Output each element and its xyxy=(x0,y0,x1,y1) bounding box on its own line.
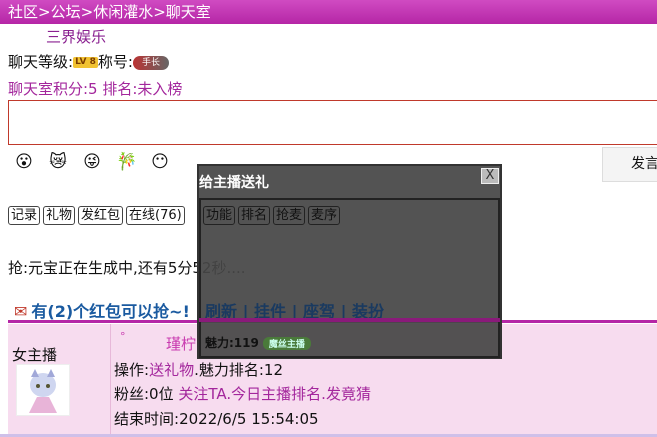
breadcrumb-sep: > xyxy=(153,3,166,21)
today-rank-link[interactable]: 今日主播排名 xyxy=(231,385,321,403)
red-packet-text[interactable]: 有(2)个红包可以抢~! xyxy=(31,302,189,321)
anchor-name[interactable]: 瑾柠 xyxy=(166,333,196,354)
red-packet-line: ✉ 有(2)个红包可以抢~! xyxy=(14,298,190,322)
rank-button[interactable]: 排名 xyxy=(238,206,271,225)
emoji-blank-icon[interactable]: 😶 xyxy=(150,152,170,172)
op-label: 操作: xyxy=(114,361,150,379)
fans-line: 粉丝:0位 关注TA.今日主播排名.发竟猜 xyxy=(114,385,371,403)
message-input[interactable] xyxy=(8,100,657,145)
breadcrumb-chatroom: 聊天室 xyxy=(165,3,211,21)
chat-level: 聊天等级: LV 8 称号: 手长 xyxy=(8,51,169,72)
charm-badge-icon: 魔丝主播 xyxy=(262,337,311,350)
follow-link[interactable]: 关注TA xyxy=(178,385,226,403)
emoji-cat-icon[interactable]: 😿 xyxy=(48,152,68,172)
grab-mic-button[interactable]: 抢麦 xyxy=(273,206,306,225)
overlay-divider xyxy=(199,318,500,322)
close-icon[interactable]: X xyxy=(481,168,499,184)
emoji-plant-icon[interactable]: 🎋 xyxy=(116,152,137,172)
breadcrumb-leisure[interactable]: 休闲灌水 xyxy=(93,3,153,21)
fans-label: 粉丝:0位 xyxy=(114,385,179,403)
end-time: 2022/6/5 15:54:05 xyxy=(179,410,319,428)
breadcrumb-community[interactable]: 社区 xyxy=(8,3,38,21)
charm-line: 魅力:119 魔丝主播 xyxy=(205,334,311,351)
end-label: 结束时间: xyxy=(114,410,180,428)
op-line: 操作:送礼物.魅力排名:12 xyxy=(114,361,284,379)
overlay-buttons: 功能 排名 抢麦 麦序 xyxy=(203,206,341,225)
end-line: 结束时间:2022/6/5 15:54:05 xyxy=(114,408,319,429)
guess-link[interactable]: 发竟猜 xyxy=(326,385,371,403)
online-button[interactable]: 在线(76) xyxy=(126,206,185,225)
level-badge-icon: LV 8 xyxy=(73,57,98,68)
anchor-left-panel: 女主播 xyxy=(8,324,111,436)
anchor-role: 女主播 xyxy=(12,346,58,364)
send-gift-link[interactable]: 送礼物 xyxy=(149,361,194,379)
send-button[interactable]: 发言 xyxy=(602,147,657,182)
charm-value: 魅力:119 xyxy=(205,336,259,350)
gift-modal: 给主播送礼 X xyxy=(197,164,502,359)
history-button[interactable]: 记录 xyxy=(8,206,41,225)
charm-rank: 魅力排名:12 xyxy=(198,361,284,379)
red-packet-icon: ✉ xyxy=(14,302,28,321)
gift-button[interactable]: 礼物 xyxy=(43,206,76,225)
breadcrumb-sep: > xyxy=(80,3,94,21)
mic-queue-button[interactable]: 麦序 xyxy=(308,206,341,225)
title-badge-icon: 手长 xyxy=(132,55,169,70)
avatar[interactable] xyxy=(16,364,70,416)
breadcrumb-sep: > xyxy=(38,3,51,21)
emoji-bar: 😮 😿 😜 🎋 😶 xyxy=(14,152,170,172)
chat-score: 聊天室积分:5 排名:未入榜 xyxy=(8,80,183,98)
title-label: 称号: xyxy=(97,53,133,71)
room-subtitle: 三界娱乐 xyxy=(46,28,107,46)
level-label: 聊天等级: xyxy=(8,53,74,71)
red-packet-button[interactable]: 发红包 xyxy=(78,206,124,225)
breadcrumb: 社区>公坛>休闲灌水>聊天室 xyxy=(0,0,657,24)
emoji-surprised-icon[interactable]: 😮 xyxy=(14,152,34,172)
emoji-tongue-icon[interactable]: 😜 xyxy=(82,152,102,172)
modal-title: 给主播送礼 xyxy=(199,175,269,191)
function-button[interactable]: 功能 xyxy=(203,206,236,225)
breadcrumb-forum[interactable]: 公坛 xyxy=(51,3,81,21)
action-buttons: 记录 礼物 发红包 在线(76) xyxy=(8,206,185,225)
name-dot: ° xyxy=(120,330,126,343)
